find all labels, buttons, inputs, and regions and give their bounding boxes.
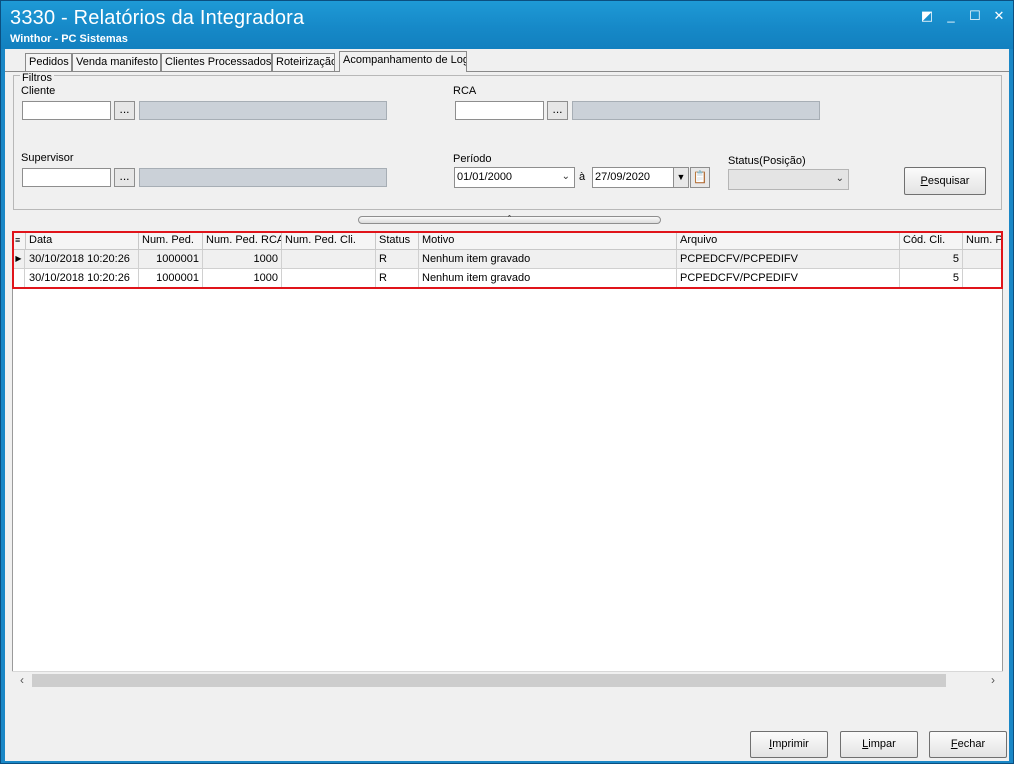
supervisor-label: Supervisor [21,152,74,164]
panel-splitter[interactable]: ˆ [358,214,661,224]
fechar-button[interactable]: Fechar [929,731,1007,758]
window-controls: ◩ _ ☐ ✕ [919,9,1007,23]
column-header-status[interactable]: Status [376,232,419,250]
filters-group: Filtros Cliente ... RCA ... Supervisor .… [13,72,1002,210]
column-header-num-ped[interactable]: Num. Ped. [139,232,203,250]
scroll-right-icon[interactable]: › [985,673,1001,688]
fechar-accel: F [950,738,958,750]
limpar-label: impar [868,738,896,750]
filters-legend: Filtros [20,72,54,84]
tab-venda-manifesto[interactable]: Venda manifesto [72,53,161,71]
title-bar: 3330 - Relatórios da Integradora Winthor… [1,1,1013,49]
status-label: Status(Posição) [728,155,806,167]
periodo-separator: à [579,171,586,183]
column-header-cod-cli[interactable]: Cód. Cli. [900,232,963,250]
maximize-icon[interactable]: ☐ [967,9,983,23]
imprimir-button[interactable]: Imprimir [750,731,828,758]
cell-motivo: Nenhum item gravado [419,250,677,269]
scroll-left-icon[interactable]: ‹ [14,673,30,688]
cell-data: 30/10/2018 10:20:26 [26,250,139,269]
periodo-start-date[interactable]: 01/01/2000 ⌄ [454,167,575,188]
cell-num-ped: 1000001 [139,269,203,288]
rca-lookup-button[interactable]: ... [547,101,568,120]
cell-num-ped-cli [282,269,376,288]
pesquisar-button[interactable]: Pesquisar [904,167,986,195]
horizontal-scrollbar[interactable]: ‹ › [12,671,1003,688]
status-select[interactable]: ⌄ [728,169,849,190]
periodo-label: Período [453,153,492,165]
supervisor-lookup-button[interactable]: ... [114,168,135,187]
close-icon[interactable]: ✕ [991,9,1007,23]
cell-status: R [376,250,419,269]
pesquisar-accel: P [920,175,928,187]
scrollbar-thumb[interactable] [32,674,946,687]
row-pointer-icon: ▶ [13,250,25,269]
fechar-label: echar [957,738,986,750]
calendar-icon[interactable]: 📋 [690,167,710,188]
tab-strip: Pedidos Venda manifesto Clientes Process… [5,51,1009,72]
column-header-num-p[interactable]: Num. P [963,232,1002,250]
supervisor-input[interactable] [22,168,111,187]
tab-roteirizacao[interactable]: Roteirização [272,53,335,71]
column-header-num-ped-rca[interactable]: Num. Ped. RCA [203,232,282,250]
cell-num-p [963,269,1002,288]
grid-header: ≡ Data Num. Ped. Num. Ped. RCA Num. Ped.… [13,232,1002,250]
cell-num-ped-cli [282,250,376,269]
column-header-data[interactable]: Data [26,232,139,250]
column-chooser-icon[interactable]: ≡ [13,232,26,250]
tab-acompanhamento-de-log[interactable]: Acompanhamento de Log [339,51,467,72]
minimize-icon[interactable]: _ [943,9,959,23]
cell-cod-cli: 5 [900,250,963,269]
cell-status: R [376,269,419,288]
imprimir-label: mprimir [772,738,809,750]
cell-num-ped-rca: 1000 [203,250,282,269]
supervisor-description-field [139,168,387,187]
cliente-lookup-button[interactable]: ... [114,101,135,120]
periodo-start-value: 01/01/2000 [457,171,513,183]
cell-data: 30/10/2018 10:20:26 [26,269,139,288]
row-indicator [13,269,25,288]
window-title: 3330 - Relatórios da Integradora [10,7,305,29]
column-header-arquivo[interactable]: Arquivo [677,232,900,250]
cell-num-p [963,250,1002,269]
date-dropdown-icon[interactable]: ▼ [673,167,689,188]
column-header-num-ped-cli[interactable]: Num. Ped. Cli. [282,232,376,250]
client-area: Pedidos Venda manifesto Clientes Process… [5,49,1009,761]
cliente-description-field [139,101,387,120]
periodo-end-date[interactable]: 27/09/2020 [592,167,674,188]
window-subtitle: Winthor - PC Sistemas [10,33,128,45]
app-window: 3330 - Relatórios da Integradora Winthor… [0,0,1014,764]
rca-input[interactable] [455,101,544,120]
column-header-motivo[interactable]: Motivo [419,232,677,250]
cell-num-ped: 1000001 [139,250,203,269]
cell-num-ped-rca: 1000 [203,269,282,288]
chevron-down-icon: ⌄ [835,173,844,184]
cell-motivo: Nenhum item gravado [419,269,677,288]
table-row[interactable]: ▶ 30/10/2018 10:20:26 1000001 1000 R Nen… [13,250,1002,269]
restore-icon[interactable]: ◩ [919,9,935,23]
pesquisar-label: esquisar [927,175,970,187]
rca-label: RCA [453,85,477,97]
cliente-input[interactable] [22,101,111,120]
rca-description-field [572,101,820,120]
periodo-end-value: 27/09/2020 [595,171,651,183]
tab-clientes-processados[interactable]: Clientes Processados [161,53,272,71]
limpar-button[interactable]: Limpar [840,731,918,758]
log-grid[interactable]: ≡ Data Num. Ped. Num. Ped. RCA Num. Ped.… [12,231,1003,687]
table-row[interactable]: 30/10/2018 10:20:26 1000001 1000 R Nenhu… [13,269,1002,288]
cell-cod-cli: 5 [900,269,963,288]
chevron-down-icon: ⌄ [561,171,570,182]
tab-divider [5,71,1009,72]
cell-arquivo: PCPEDCFV/PCPEDIFV [677,269,900,288]
tab-pedidos[interactable]: Pedidos [25,53,72,71]
cliente-label: Cliente [21,85,56,97]
chevron-up-icon: ˆ [508,214,511,224]
cell-arquivo: PCPEDCFV/PCPEDIFV [677,250,900,269]
